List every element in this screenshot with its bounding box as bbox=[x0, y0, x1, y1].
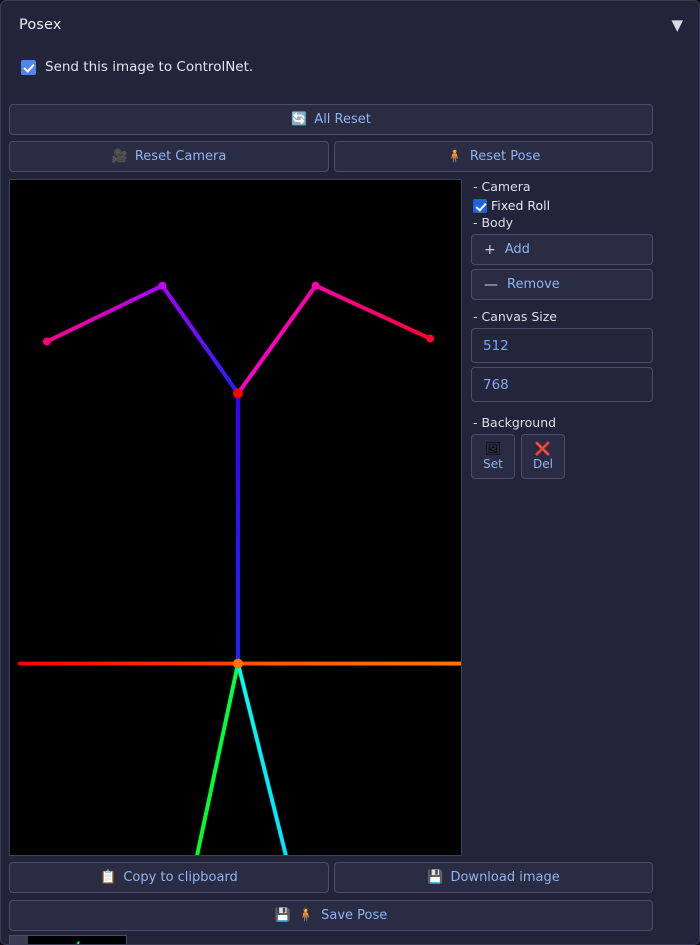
pose-skeleton[interactable] bbox=[10, 180, 461, 855]
add-body-label: Add bbox=[504, 242, 530, 257]
joint-neck[interactable] bbox=[233, 388, 243, 399]
accordion-header[interactable]: Posex ▼ bbox=[1, 1, 699, 49]
bone-left-shoulder-to-left-hand bbox=[44, 283, 165, 344]
bones-layer bbox=[17, 283, 461, 855]
fixed-roll-checkbox[interactable] bbox=[473, 198, 487, 213]
background-set-button[interactable]: 🖼 Set bbox=[471, 434, 515, 479]
save-pose-label: Save Pose bbox=[321, 908, 388, 923]
bone-right-leg bbox=[235, 661, 288, 855]
send-to-controlnet-row[interactable]: Send this image to ControlNet. bbox=[21, 59, 253, 75]
background-buttons: 🖼 Set ❌ Del bbox=[471, 434, 661, 479]
background-section-label: - Background bbox=[473, 415, 557, 430]
copy-to-clipboard-label: Copy to clipboard bbox=[123, 870, 238, 885]
reset-camera-label: Reset Camera bbox=[134, 149, 227, 164]
joint-left-hand[interactable] bbox=[42, 337, 51, 346]
movie-camera-icon: 🎥 bbox=[111, 149, 128, 164]
posex-panel: Posex ▼ Send this image to ControlNet. 🔄… bbox=[0, 0, 700, 945]
chevron-down-icon[interactable]: ▼ bbox=[671, 17, 683, 33]
canvas-size-section-label: - Canvas Size bbox=[473, 309, 557, 324]
download-image-label: Download image bbox=[450, 870, 560, 885]
close-icon[interactable]: ✕ bbox=[10, 936, 28, 944]
camera-section-label: - Camera bbox=[473, 179, 531, 194]
floppy-disk-icon: 💾 bbox=[427, 870, 444, 885]
send-to-controlnet-checkbox[interactable] bbox=[21, 59, 36, 75]
thumbnail-preview[interactable] bbox=[28, 936, 126, 944]
red-x-icon: ❌ bbox=[534, 442, 552, 457]
remove-body-label: Remove bbox=[507, 277, 560, 292]
add-body-button[interactable]: + Add bbox=[471, 234, 653, 265]
standing-person-icon: 🧍 bbox=[446, 149, 463, 164]
canvas-height-input[interactable] bbox=[471, 367, 653, 402]
bone-left-leg bbox=[195, 661, 240, 855]
bone-right-shoulder-to-right-hand bbox=[313, 283, 433, 341]
minus-icon: — bbox=[484, 276, 498, 293]
copy-to-clipboard-button[interactable]: 📋 Copy to clipboard bbox=[9, 862, 329, 893]
download-image-button[interactable]: 💾 Download image bbox=[334, 862, 653, 893]
joint-right-hand[interactable] bbox=[426, 334, 435, 343]
all-reset-label: All Reset bbox=[314, 112, 371, 127]
reset-camera-button[interactable]: 🎥 Reset Camera bbox=[9, 141, 329, 172]
standing-person-icon: 🧍 bbox=[297, 908, 315, 923]
controls-sidebar: - Camera Fixed Roll - Body + Add — Remov… bbox=[471, 179, 661, 479]
clipboard-icon: 📋 bbox=[100, 870, 117, 885]
picture-icon: 🖼 bbox=[484, 442, 502, 457]
background-del-button[interactable]: ❌ Del bbox=[521, 434, 565, 479]
body-section-label: - Body bbox=[473, 215, 514, 230]
save-pose-button[interactable]: 💾 🧍 Save Pose bbox=[9, 900, 653, 931]
send-to-controlnet-label: Send this image to ControlNet. bbox=[45, 59, 254, 75]
refresh-icon: 🔄 bbox=[291, 112, 308, 127]
all-reset-button[interactable]: 🔄 All Reset bbox=[9, 104, 653, 135]
fixed-roll-label: Fixed Roll bbox=[491, 198, 551, 213]
reset-pose-button[interactable]: 🧍 Reset Pose bbox=[334, 141, 653, 172]
pose-canvas[interactable] bbox=[9, 179, 462, 856]
background-del-label: Del bbox=[533, 457, 553, 471]
page-title: Posex bbox=[19, 17, 62, 33]
bone-neck-to-right-shoulder bbox=[235, 283, 318, 396]
background-set-label: Set bbox=[483, 457, 503, 471]
floppy-disk-icon: 💾 bbox=[274, 908, 291, 923]
reset-pose-label: Reset Pose bbox=[469, 149, 541, 164]
plus-icon: + bbox=[484, 241, 496, 258]
joint-hip[interactable] bbox=[233, 658, 243, 669]
remove-body-button[interactable]: — Remove bbox=[471, 269, 653, 300]
bone-neck-to-left-shoulder bbox=[160, 283, 240, 396]
canvas-width-input[interactable] bbox=[471, 328, 653, 363]
joint-right-shoulder[interactable] bbox=[311, 281, 320, 290]
fixed-roll-row[interactable]: Fixed Roll bbox=[473, 198, 661, 213]
saved-pose-thumbnail[interactable]: ✕ bbox=[9, 935, 127, 944]
joint-left-shoulder[interactable] bbox=[158, 281, 167, 290]
